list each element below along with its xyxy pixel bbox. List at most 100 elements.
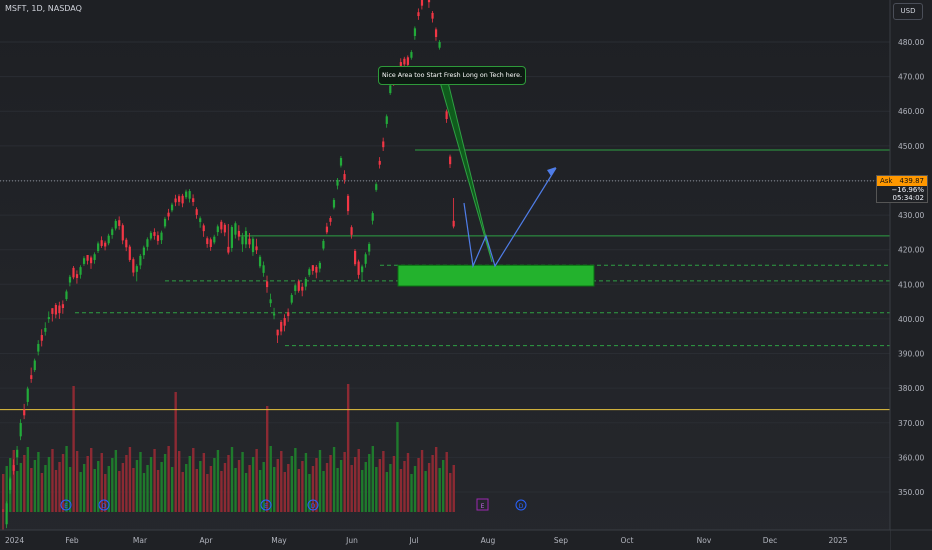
volume-bar xyxy=(188,456,191,512)
candle-body xyxy=(9,478,12,490)
volume-bar xyxy=(30,468,33,512)
candle-body xyxy=(163,218,167,227)
candle-body xyxy=(371,213,374,221)
event-letter: D xyxy=(519,503,524,510)
candle-body xyxy=(75,274,79,278)
candle-body xyxy=(160,232,163,241)
volume-bar xyxy=(23,455,26,512)
volume-bar xyxy=(125,455,128,512)
event-letter: E xyxy=(64,503,68,510)
candle-body xyxy=(181,195,184,204)
volume-bar xyxy=(403,461,406,512)
volume-bar xyxy=(54,470,58,512)
candle-body xyxy=(111,229,114,235)
volume-bar xyxy=(339,460,343,512)
candle-body xyxy=(244,231,248,245)
candle-body xyxy=(30,375,33,379)
candle-body xyxy=(266,281,269,288)
candle-body xyxy=(427,0,431,3)
candle-body xyxy=(297,281,300,291)
candle-body xyxy=(209,239,212,247)
volume-bar xyxy=(114,450,118,512)
candle-body xyxy=(304,278,307,287)
volume-bar xyxy=(79,472,82,512)
volume-bar xyxy=(280,451,283,512)
candle-body xyxy=(178,196,181,202)
candle-body xyxy=(311,265,314,271)
event-letter: E xyxy=(481,503,485,510)
candle-body xyxy=(23,409,26,416)
volume-bar xyxy=(58,462,61,512)
volume-bar xyxy=(234,468,237,512)
candle-body xyxy=(449,156,452,165)
volume-bar xyxy=(44,465,47,512)
candle-body xyxy=(241,236,244,245)
volume-bar xyxy=(153,449,156,512)
candle-body xyxy=(104,242,107,247)
candle-body xyxy=(174,198,177,203)
candle-body xyxy=(86,254,89,261)
time-tick-label: Aug xyxy=(481,536,496,545)
candle-body xyxy=(357,261,360,275)
time-tick-label: Jun xyxy=(345,536,358,545)
price-tick-label: 400.00 xyxy=(898,315,924,324)
candle-body xyxy=(262,265,265,273)
volume-bar xyxy=(230,447,234,512)
candle-body xyxy=(329,218,332,222)
volume-bar xyxy=(336,468,339,512)
candle-body xyxy=(72,267,75,278)
time-tick-label: Dec xyxy=(763,536,778,545)
candle-body xyxy=(332,199,336,208)
candle-body xyxy=(325,226,329,233)
price-axis[interactable] xyxy=(890,0,932,550)
candle-body xyxy=(65,291,68,300)
event-letter: E xyxy=(264,503,268,510)
volume-bar xyxy=(170,467,174,512)
currency-button[interactable]: USD xyxy=(893,3,923,20)
candle-body xyxy=(406,57,409,65)
candle-body xyxy=(118,220,121,226)
volume-bar xyxy=(420,450,424,512)
time-tick-label: Sep xyxy=(554,536,568,545)
candle-body xyxy=(54,304,57,315)
time-tick-label: 2025 xyxy=(828,536,847,545)
time-tick-label: 2024 xyxy=(5,536,24,545)
candle-body xyxy=(378,160,381,165)
support-zone-box xyxy=(397,264,595,287)
candle-body xyxy=(258,256,262,267)
price-tick-label: 470.00 xyxy=(898,73,924,82)
candle-body xyxy=(431,12,434,19)
volume-bar xyxy=(368,454,371,512)
annotation-callout[interactable]: Nice Area too Start Fresh Long on Tech h… xyxy=(378,66,526,85)
candle-body xyxy=(350,227,353,235)
volume-bar xyxy=(220,471,223,512)
volume-bar xyxy=(248,465,251,512)
candle-body xyxy=(354,250,357,265)
candle-body xyxy=(361,266,364,273)
candle-body xyxy=(153,232,156,236)
candle-body xyxy=(308,269,311,275)
volume-bar xyxy=(290,456,294,512)
volume-bar xyxy=(389,464,392,512)
price-tick-label: 450.00 xyxy=(898,142,924,151)
volume-bar xyxy=(132,468,135,512)
volume-bar xyxy=(251,457,255,512)
volume-bar xyxy=(160,462,163,512)
volume-bar xyxy=(139,452,142,512)
volume-bar xyxy=(346,384,350,512)
candle-body xyxy=(139,255,142,266)
candle-body xyxy=(16,449,19,458)
volume-bar xyxy=(385,472,389,512)
candle-body xyxy=(5,503,8,525)
symbol-header[interactable]: MSFT, 1D, NASDAQ xyxy=(5,4,82,13)
volume-bar xyxy=(276,459,279,512)
volume-bar xyxy=(128,447,132,512)
candle-body xyxy=(283,318,286,326)
volume-bar xyxy=(431,455,434,512)
volume-bar xyxy=(382,451,385,512)
candle-body xyxy=(40,335,43,341)
candle-body xyxy=(322,240,325,249)
price-tick-label: 350.00 xyxy=(898,488,924,497)
volume-bar xyxy=(343,452,346,512)
volume-bar xyxy=(93,469,96,512)
